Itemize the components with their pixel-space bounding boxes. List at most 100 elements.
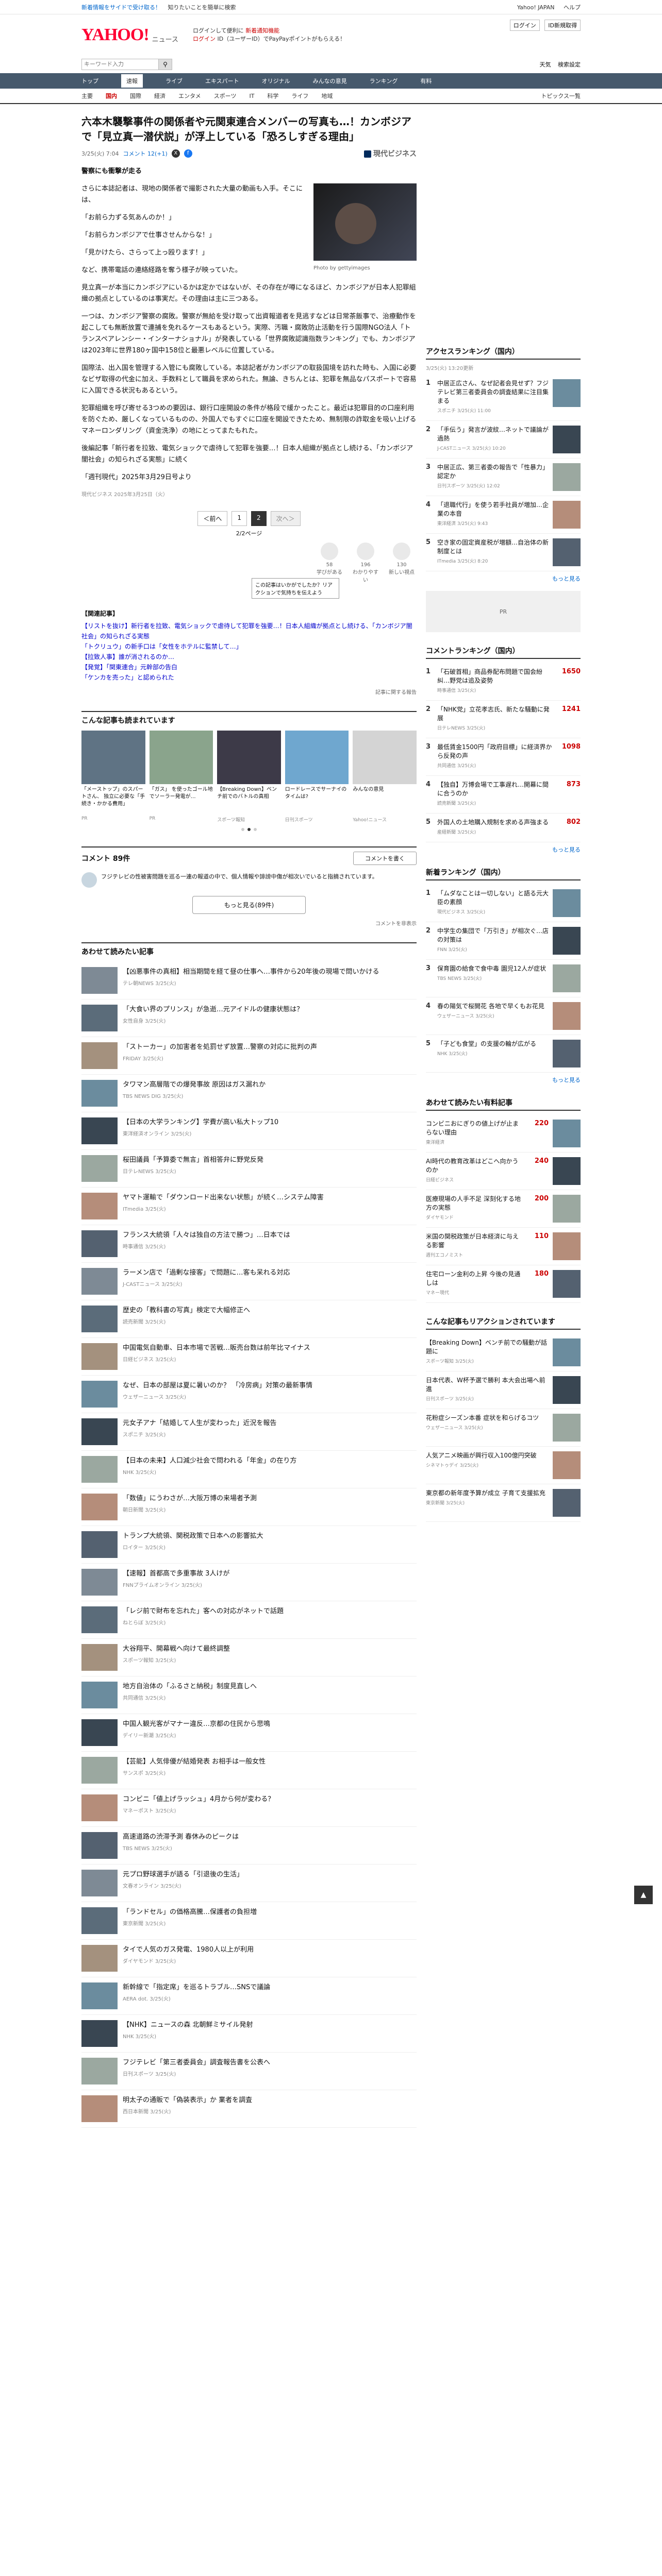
- tab-domestic[interactable]: 国内: [106, 92, 117, 100]
- x-share-icon[interactable]: X: [171, 149, 180, 158]
- side-ad-banner[interactable]: PR: [426, 591, 581, 632]
- login-button[interactable]: ログイン: [509, 20, 540, 31]
- rank-item[interactable]: 2 「手伝う」発言が波紋…ネットで議論が過熱 J-CASTニュース 3/25(火) …: [426, 421, 581, 459]
- notice-link[interactable]: 新着情報をサイドで受け取る！: [81, 4, 161, 11]
- rank-item[interactable]: 花粉症シーズン本番 症状を和らげるコツ ウェザーニュース 3/25(火): [426, 1409, 581, 1447]
- tab-international[interactable]: 国際: [130, 92, 141, 100]
- cat-opinion[interactable]: みんなの意見: [313, 77, 347, 85]
- rank-item[interactable]: 日本代表、W杯予選で勝利 本大会出場へ前進 日刊スポーツ 3/25(火): [426, 1371, 581, 1409]
- rank-item[interactable]: 3 保育園の給食で食中毒 園児12人が症状 TBS NEWS 3/25(火): [426, 960, 581, 997]
- recommend-card[interactable]: 「メーストップ」のスパートさん、 独立に必要な「手続き・かかる費用」 PR: [81, 731, 145, 823]
- feed-item[interactable]: タワマン高層階での爆発事故 原因はガス漏れか TBS NEWS DIG 3/25(…: [81, 1075, 417, 1112]
- rank-item[interactable]: 2 「NHK党」立花孝志氏、新たな騒動に発展 日テレNEWS 3/25(火) 1241: [426, 701, 581, 738]
- reaction-clear[interactable]: 196 わかりやすい: [351, 543, 380, 583]
- feed-item[interactable]: コンビニ「値上げラッシュ」4月から何が変わる？ マネーポスト 3/25(火): [81, 1789, 417, 1827]
- feed-item[interactable]: 「ランドセル」の価格高騰…保護者の負担増 東京新聞 3/25(火): [81, 1902, 417, 1940]
- cat-ranking[interactable]: ランキング: [370, 77, 398, 85]
- tab-local[interactable]: 地域: [321, 92, 333, 100]
- feed-item[interactable]: トランプ大統領、関税政策で日本への影響拡大 ロイター 3/25(火): [81, 1526, 417, 1564]
- article-photo[interactable]: Photo by gettyimages: [313, 183, 417, 274]
- tab-sports[interactable]: スポーツ: [214, 92, 237, 100]
- rank-item[interactable]: 【Breaking Down】ベンチ前での騒動が話題に スポーツ報知 3/25(火…: [426, 1334, 581, 1371]
- feed-item[interactable]: 明太子の通販で「偽装表示」か 業者を調査 西日本新聞 3/25(火): [81, 2090, 417, 2128]
- page-1-button[interactable]: 1: [231, 511, 247, 526]
- tab-entertainment[interactable]: エンタメ: [178, 92, 201, 100]
- feed-item[interactable]: 「ストーカー」の加害者を処罰せず放置…警察の対応に批判の声 FRIDAY 3/25…: [81, 1037, 417, 1075]
- rank-item[interactable]: 5 空き家の固定資産税が増額…自治体の新制度とは ITmedia 3/25(火) 8…: [426, 534, 581, 571]
- rank-item[interactable]: 2 中学生の集団で「万引き」が相次ぐ…店の対策は FNN 3/25(火): [426, 922, 581, 960]
- prev-page-button[interactable]: ＜前へ: [197, 511, 228, 526]
- search-input[interactable]: [81, 59, 159, 70]
- feed-item[interactable]: 【速報】首都高で多重事故 3人けが FNNプライムオンライン 3/25(火): [81, 1564, 417, 1601]
- access-more-link[interactable]: もっと見る: [426, 574, 581, 583]
- topics-list-link[interactable]: トピックス一覧: [541, 92, 581, 100]
- feed-item[interactable]: フジテレビ「第三者委員会」調査報告書を公表へ 日刊スポーツ 3/25(火): [81, 2053, 417, 2090]
- rank-item[interactable]: 5 外国人の土地購入規制を求める声強まる 産経新聞 3/25(火) 802: [426, 814, 581, 842]
- related-link[interactable]: 「ケンカを売った」と認められた: [81, 672, 417, 683]
- rank-item[interactable]: AI時代の教育改革はどこへ向かうのか 日経ビジネス 240: [426, 1153, 581, 1190]
- tab-science[interactable]: 科学: [267, 92, 278, 100]
- reaction-learn[interactable]: 58 学びがある: [315, 543, 344, 583]
- feed-item[interactable]: 元女子アナ「結婚して人生が変わった」近況を報告 スポニチ 3/25(火): [81, 1413, 417, 1451]
- feed-item[interactable]: 中国電気自動車、日本市場で苦戦…販売台数は前年比マイナス 日経ビジネス 3/25(…: [81, 1338, 417, 1376]
- help-link[interactable]: ヘルプ: [564, 4, 581, 11]
- new-more-link[interactable]: もっと見る: [426, 1076, 581, 1084]
- rank-item[interactable]: 3 最低賃金1500円「政府目標」に経済界から反発の声 共同通信 3/25(火) 10…: [426, 738, 581, 776]
- page-2-button[interactable]: 2: [251, 511, 267, 526]
- feed-item[interactable]: ヤマト運輸で「ダウンロード出来ない状態」が続く…システム障害 ITmedia 3/…: [81, 1188, 417, 1225]
- comment-more-link[interactable]: もっと見る: [426, 845, 581, 854]
- promo-login-link[interactable]: ログイン: [193, 36, 216, 42]
- rank-item[interactable]: 5 「子ども食堂」の支援の輪が広がる NHK 3/25(火): [426, 1035, 581, 1073]
- feed-item[interactable]: 歴史の「教科書の写真」検定で大幅修正へ 読売新聞 3/25(火): [81, 1300, 417, 1338]
- feed-item[interactable]: 【日本の大学ランキング】学費が高い私大トップ10 東洋経済オンライン 3/25(火…: [81, 1112, 417, 1150]
- rank-item[interactable]: 4 春の陽気で桜開花 各地で早くもお花見 ウェザーニュース 3/25(火): [426, 997, 581, 1035]
- cat-original[interactable]: オリジナル: [262, 77, 290, 85]
- comment-count-link[interactable]: コメント 12(+1): [123, 149, 167, 158]
- recommend-card[interactable]: 「ガス」 を使ったゴール地でソーラー発電が… PR: [149, 731, 213, 823]
- feed-item[interactable]: 地方自治体の「ふるさと納税」制度見直しへ 共同通信 3/25(火): [81, 1676, 417, 1714]
- report-link[interactable]: 記事に関する報告: [81, 688, 417, 696]
- feed-item[interactable]: 大谷翔平、開幕戦へ向けて最終調整 スポーツ報知 3/25(火): [81, 1639, 417, 1676]
- search-icon[interactable]: ⚲: [159, 59, 172, 70]
- related-link[interactable]: 「トクリュウ」の新手口は「女性をホテルに監禁して…」: [81, 641, 417, 652]
- yahoo-logo[interactable]: YAHOO!: [81, 25, 150, 45]
- tab-life[interactable]: ライフ: [291, 92, 308, 100]
- feed-item[interactable]: 中国人観光客がマナー違反…京都の住民から悲鳴 デイリー新潮 3/25(火): [81, 1714, 417, 1752]
- feed-item[interactable]: 「数値」にうわさが…大阪万博の来場者予測 朝日新聞 3/25(火): [81, 1488, 417, 1526]
- feed-item[interactable]: 【凶悪事件の真相】相当期間を経て昼の仕事へ…事件から20年後の現場で問いかけるテ…: [81, 962, 417, 999]
- hide-comments-toggle[interactable]: コメントを非表示: [81, 919, 417, 927]
- feed-item[interactable]: 【日本の未来】人口減少社会で問われる「年金」の在り方 NHK 3/25(火): [81, 1451, 417, 1488]
- cat-paid[interactable]: 有料: [420, 77, 432, 85]
- feed-item[interactable]: 【芸能】人気俳優が結婚発表 お相手は一般女性 サンスポ 3/25(火): [81, 1752, 417, 1789]
- search-settings-link[interactable]: 検索設定: [558, 61, 581, 68]
- related-link[interactable]: 【リストを抜け】新行者を拉致、電気ショックで虐待して犯罪を強要…！日本人組織が拠…: [81, 621, 417, 641]
- carousel-dots[interactable]: [81, 828, 417, 831]
- yahoo-japan-link[interactable]: Yahoo! JAPAN: [517, 4, 555, 11]
- cat-top[interactable]: トップ: [81, 77, 98, 85]
- rank-item[interactable]: 1 「石破首相」商品券配布問題で国会紛糾…野党は追及姿勢 時事通信 3/25(火) 1…: [426, 663, 581, 701]
- feed-item[interactable]: 高速道路の渋滞予測 春休みのピークは TBS NEWS 3/25(火): [81, 1827, 417, 1865]
- promo-highlight[interactable]: 新着通知機能: [245, 27, 279, 34]
- cat-breaking[interactable]: 速報: [121, 74, 143, 88]
- tab-economy[interactable]: 経済: [154, 92, 166, 100]
- rank-item[interactable]: 3 中居正広、第三者委の報告で「性暴力」認定か 日刊スポーツ 3/25(火) 12:…: [426, 459, 581, 496]
- rank-item[interactable]: 4 【独自】万博会場で工事遅れ…開幕に間に合うのか 読売新聞 3/25(火) 873: [426, 776, 581, 814]
- feed-item[interactable]: なぜ、日本の部屋は夏に暑いのか？ 「冷房病」対策の最新事情 ウェザーニュース 3/…: [81, 1376, 417, 1413]
- tab-main[interactable]: 主要: [81, 92, 93, 100]
- write-comment-button[interactable]: コメントを書く: [353, 852, 417, 865]
- facebook-share-icon[interactable]: f: [184, 149, 192, 158]
- rank-item[interactable]: 1 「ムダなことは一切しない」と語る元大臣の素顔 現代ビジネス 3/25(火): [426, 885, 581, 922]
- feed-item[interactable]: 新幹線で「指定席」を巡るトラブル…SNSで議論 AERA dot. 3/25(火): [81, 1977, 417, 2015]
- rank-item[interactable]: 米国の関税政策が日本経済に与える影響 週刊エコノミスト 110: [426, 1228, 581, 1265]
- related-link[interactable]: 【発覚】「関東連合」元幹部の告白: [81, 662, 417, 672]
- feed-item[interactable]: 元プロ野球選手が語る「引退後の生活」 文春オンライン 3/25(火): [81, 1865, 417, 1902]
- feed-item[interactable]: 桜田議員「予算委で無言」首相答弁に野党反発 日テレNEWS 3/25(火): [81, 1150, 417, 1188]
- weather-link[interactable]: 天気: [540, 61, 551, 68]
- rank-item[interactable]: 医療現場の人手不足 深刻化する地方の実態 ダイヤモンド 200: [426, 1190, 581, 1228]
- feed-item[interactable]: 「大食い界のプリンス」が急逝…元アイドルの健康状態は？ 女性自身 3/25(火): [81, 999, 417, 1037]
- recommend-card[interactable]: 【Breaking Down】ベンチ前でのバトルの真相 スポーツ報知: [217, 731, 281, 823]
- feed-item[interactable]: タイで人気のガス発電、1980人以上が利用 ダイヤモンド 3/25(火): [81, 1940, 417, 1977]
- rank-item[interactable]: 4 「退職代行」を使う若手社員が増加…企業の本音 東洋経済 3/25(火) 9:43: [426, 496, 581, 534]
- tab-it[interactable]: IT: [249, 93, 254, 99]
- back-to-top-button[interactable]: ▲: [634, 1886, 653, 1904]
